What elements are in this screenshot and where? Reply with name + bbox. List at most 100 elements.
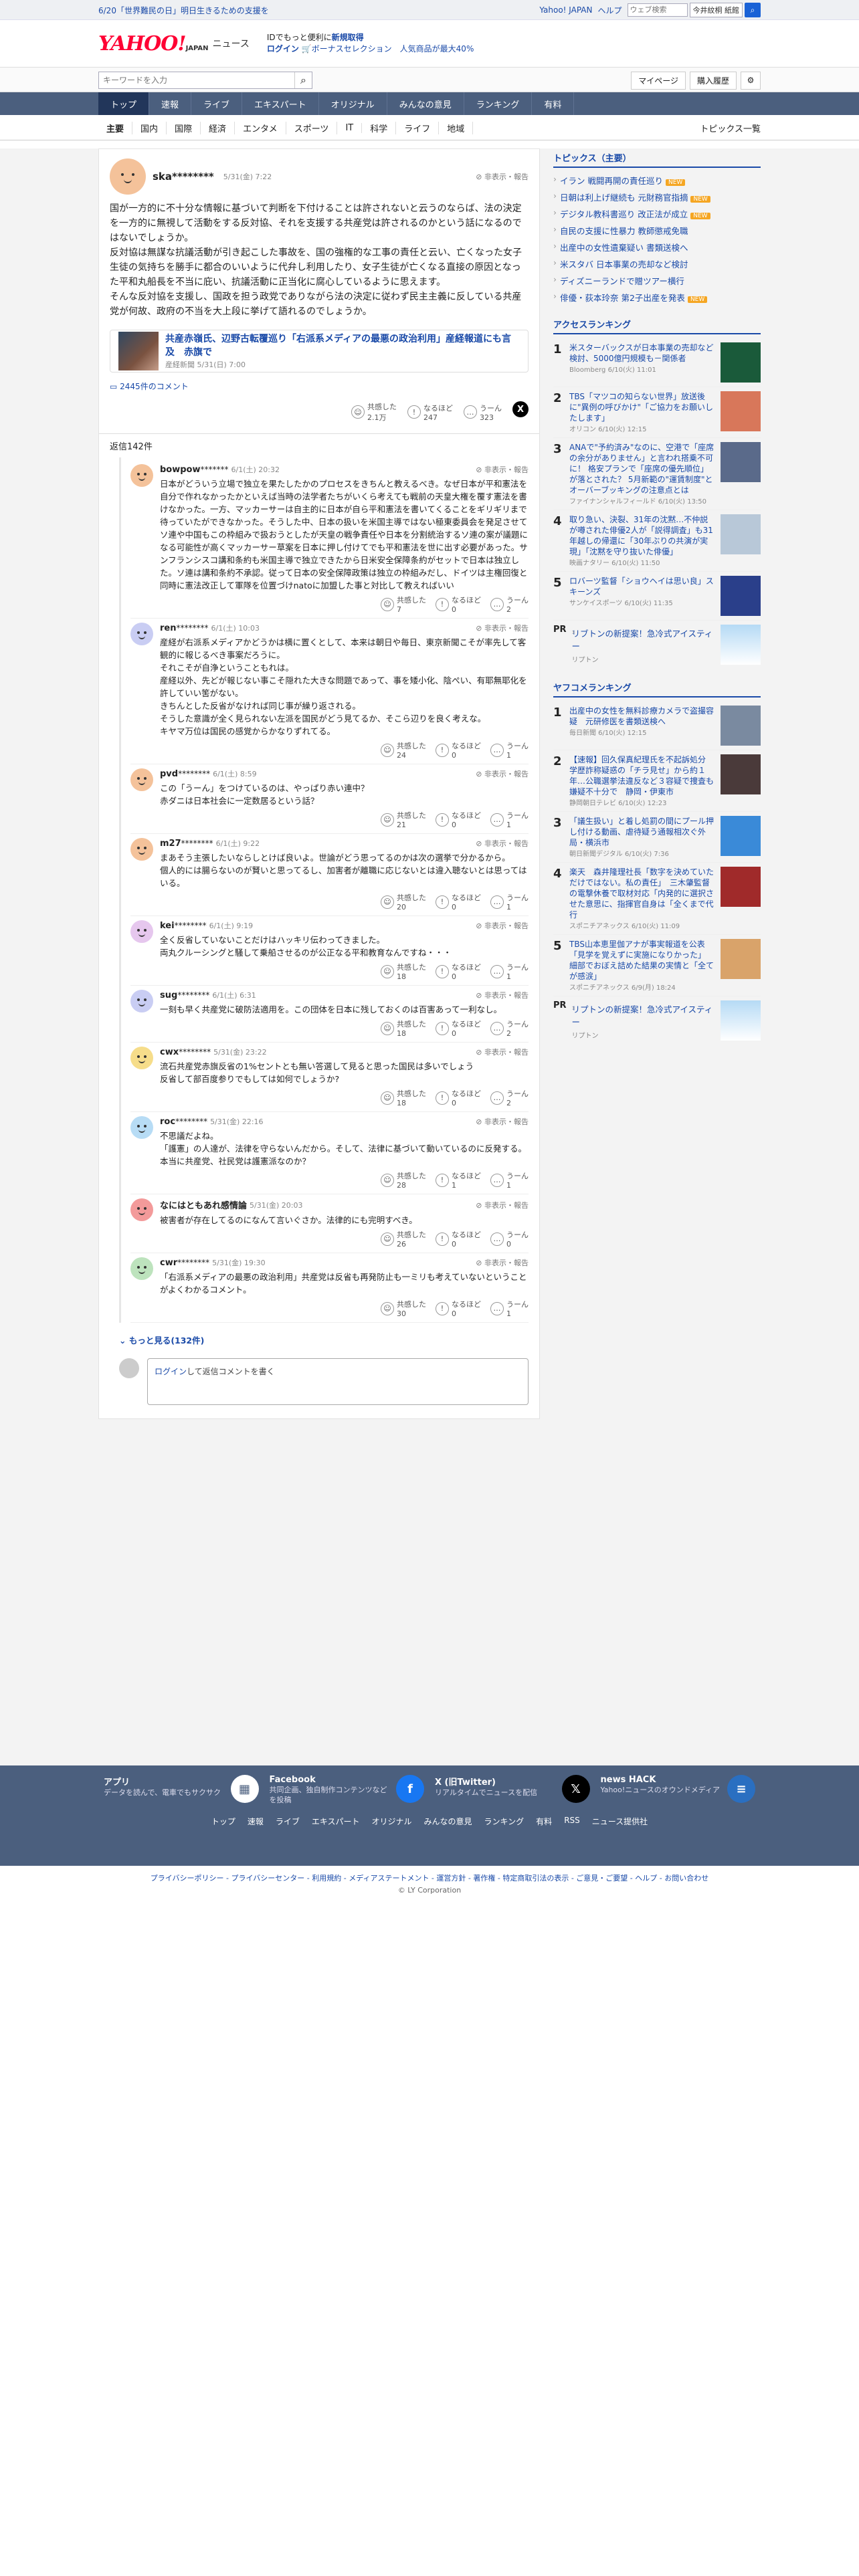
reply-user[interactable]: kei xyxy=(160,921,175,931)
footer-link[interactable]: ライブ xyxy=(276,1816,300,1827)
topic-item[interactable]: 自民の支援に性暴力 教師懲戒免職 xyxy=(553,222,761,239)
rank-title[interactable]: ANAで"予約済み"なのに、空港で「座席の余分がありません」と言われ搭乗不可に！… xyxy=(569,442,715,496)
tab-5[interactable]: みんなの意見 xyxy=(387,92,464,115)
ranking-item[interactable]: 5 TBS山本恵里伽アナが事実報道を公表「見学を覚えずに実施になりかった」 細部で… xyxy=(553,935,761,996)
naruhodo-button[interactable]: ! なるほど 0 xyxy=(436,740,481,760)
login-link[interactable]: ログイン xyxy=(267,44,299,53)
naruhodo-button[interactable]: ! なるほど 1 xyxy=(436,1170,481,1190)
ranking-item[interactable]: 5 ロバーツ監督「ショウヘイは思い良」スキーンズ サンケイスポーツ 6/10(火) … xyxy=(553,572,761,621)
uun-button[interactable]: … うーん 0 xyxy=(490,1229,529,1249)
category-0[interactable]: 主要 xyxy=(98,121,133,134)
ranking-item[interactable]: 4 楽天 森井隆理社長「数字を決めていただけではない。私の責任」 三木肇監督の電撃… xyxy=(553,863,761,935)
empathy-button[interactable]: ☺ 共感した 18 xyxy=(381,1018,426,1038)
naruhodo-button[interactable]: ! なるほど 0 xyxy=(436,1088,481,1107)
report-link[interactable]: ⊘ 非表示・報告 xyxy=(476,990,529,1000)
report-link[interactable]: ⊘ 非表示・報告 xyxy=(476,623,529,633)
gear-icon[interactable]: ⚙ xyxy=(741,71,761,90)
x-share-icon[interactable]: X xyxy=(512,401,529,417)
tab-7[interactable]: 有料 xyxy=(532,92,575,115)
uun-button[interactable]: … うーん 1 xyxy=(490,1299,529,1318)
naruhodo-button[interactable]: ! なるほど 0 xyxy=(436,1018,481,1038)
footer-link[interactable]: 有料 xyxy=(536,1816,552,1827)
report-link[interactable]: ⊘ 非表示・報告 xyxy=(476,171,529,182)
topic-item[interactable]: デジタル教科書巡り 改正法が成立NEW xyxy=(553,205,761,222)
naruhodo-button[interactable]: ! なるほど 247 xyxy=(407,401,453,423)
report-link[interactable]: ⊘ 非表示・報告 xyxy=(476,920,529,931)
rank-title[interactable]: 米スターバックスが日本事業の売却など検討、5000億円規模も－関係者 xyxy=(569,342,715,364)
footer-link[interactable]: ニュース提供社 xyxy=(592,1816,648,1827)
reply-user[interactable]: m27 xyxy=(160,839,181,849)
reply-input[interactable]: ログインして返信コメントを書く xyxy=(147,1358,529,1405)
rank-title[interactable]: 「議生扱い」と着し処罰の間にプール押し付ける動画、虐待疑う通報相次ぐ外局・横浜市 xyxy=(569,816,715,848)
reply-user[interactable]: ren xyxy=(160,623,176,633)
pr-ad[interactable]: PRリブトンの新提案！急冷式アイスティーリプトン xyxy=(553,621,761,669)
help-link[interactable]: ヘルプ xyxy=(597,5,622,16)
empathy-button[interactable]: ☺ 共感した 28 xyxy=(381,1170,426,1190)
category-2[interactable]: 国際 xyxy=(167,121,201,134)
footer-link[interactable]: オリジナル xyxy=(372,1816,412,1827)
tab-2[interactable]: ライブ xyxy=(191,92,243,115)
rank-title[interactable]: 楽天 森井隆理社長「数字を決めていただけではない。私の責任」 三木肇監督の電撃休… xyxy=(569,867,715,920)
login-link[interactable]: ログイン xyxy=(155,1367,187,1376)
category-6[interactable]: IT xyxy=(337,122,363,133)
ranking-item[interactable]: 1 出産中の女性を無料診療カメラで盗撮容疑 元研修医を書類送検へ 毎日新聞 6/10… xyxy=(553,702,761,750)
rank-title[interactable]: 【速報】回久保真紀理氏を不起訴処分 学歴詐称疑惑の「チラ見せ」から約１年…公職選… xyxy=(569,754,715,797)
reply-user[interactable]: なにはともあれ感情論 xyxy=(160,1198,247,1211)
footer-item[interactable]: X (旧Twitter) リアルタイムでニュースを配信 𝕏 xyxy=(430,1775,595,1805)
ranking-item[interactable]: 3 ANAで"予約済み"なのに、空港で「座席の余分がありません」と言われ搭乗不可に… xyxy=(553,438,761,510)
empathy-button[interactable]: ☺ 共感した 24 xyxy=(381,740,426,760)
category-4[interactable]: エンタメ xyxy=(235,121,286,134)
empathy-button[interactable]: ☺ 共感した 30 xyxy=(381,1299,426,1318)
uun-button[interactable]: … うーん 2 xyxy=(490,595,529,614)
tab-3[interactable]: エキスパート xyxy=(242,92,319,115)
ranking-item[interactable]: 4 取り急い、決裂、31年の沈黙…不仲説が噂された俳優2人が「説得調査」も31年越… xyxy=(553,510,761,572)
report-link[interactable]: ⊘ 非表示・報告 xyxy=(476,768,529,779)
reply-user[interactable]: cwx xyxy=(160,1047,179,1057)
footer-link[interactable]: トップ xyxy=(211,1816,235,1827)
legal-links[interactable]: プライバシーポリシー - プライバシーセンター - 利用規約 - メディアステー… xyxy=(0,1866,859,1886)
naruhodo-button[interactable]: ! なるほど 0 xyxy=(436,962,481,981)
topic-item[interactable]: ディズニーランドで贈ツアー横行 xyxy=(553,272,761,289)
footer-link[interactable]: ランキング xyxy=(484,1816,524,1827)
empathy-button[interactable]: ☺ 共感した 2.1万 xyxy=(351,401,397,423)
empathy-button[interactable]: ☺ 共感した 26 xyxy=(381,1229,426,1249)
topic-item[interactable]: 日朝は利上げ継続も 元財務官指摘NEW xyxy=(553,189,761,205)
topic-item[interactable]: 米スタバ 日本事業の売却など検討 xyxy=(553,255,761,272)
tab-6[interactable]: ランキング xyxy=(464,92,533,115)
topic-item[interactable]: 俳優・荻本玲奈 第2子出産を発表NEW xyxy=(553,289,761,306)
footer-item[interactable]: news HACK Yahoo!ニュースのオウンドメディア ≡ xyxy=(595,1775,761,1805)
uun-button[interactable]: … うーん 323 xyxy=(464,401,502,423)
empathy-button[interactable]: ☺ 共感した 18 xyxy=(381,962,426,981)
report-link[interactable]: ⊘ 非表示・報告 xyxy=(476,838,529,849)
search-icon[interactable]: ⌕ xyxy=(745,3,761,17)
rank-title[interactable]: ロバーツ監督「ショウヘイは思い良」スキーンズ xyxy=(569,576,715,597)
report-link[interactable]: ⊘ 非表示・報告 xyxy=(476,464,529,475)
signup-link[interactable]: 新規取得 xyxy=(332,33,364,42)
reply-user[interactable]: roc xyxy=(160,1117,175,1127)
article-title[interactable]: 共産赤嶺氏、辺野古転覆巡り「右派系メディアの最悪の政治利用」産経報道にも言及 赤… xyxy=(165,332,520,359)
rank-title[interactable]: TBS「マツコの知らない世界」放送後に"異例の呼びかけ"「ご協力をお願いしたしま… xyxy=(569,391,715,423)
topic-item[interactable]: 出産中の女性遺棄疑い 書類送検へ xyxy=(553,239,761,255)
category-9[interactable]: 地域 xyxy=(439,121,474,134)
report-link[interactable]: ⊘ 非表示・報告 xyxy=(476,1116,529,1127)
ranking-item[interactable]: 2 TBS「マツコの知らない世界」放送後に"異例の呼びかけ"「ご協力をお願いしたし… xyxy=(553,387,761,438)
uun-button[interactable]: … うーん 1 xyxy=(490,740,529,760)
uun-button[interactable]: … うーん 1 xyxy=(490,962,529,981)
promo-link[interactable]: 6/20「世界難民の日」明日生きるための支援を xyxy=(98,5,539,16)
reply-user[interactable]: cwr xyxy=(160,1258,177,1268)
yahoo-logo[interactable]: YAHOO!JAPAN xyxy=(98,32,209,56)
rank-title[interactable]: 取り急い、決裂、31年の沈黙…不仲説が噂された俳優2人が「説得調査」も31年越し… xyxy=(569,514,715,557)
category-1[interactable]: 国内 xyxy=(132,121,167,134)
rank-title[interactable]: 出産中の女性を無料診療カメラで盗撮容疑 元研修医を書類送検へ xyxy=(569,706,715,727)
reply-user[interactable]: pvd xyxy=(160,769,178,779)
uun-button[interactable]: … うーん 1 xyxy=(490,892,529,911)
uun-button[interactable]: … うーん 1 xyxy=(490,1170,529,1190)
reply-user[interactable]: sug xyxy=(160,990,177,1000)
footer-item[interactable]: アプリ データを読んで、電車でもサクサク ▦ xyxy=(98,1775,264,1805)
footer-link[interactable]: RSS xyxy=(564,1816,580,1827)
naruhodo-button[interactable]: ! なるほど 0 xyxy=(436,595,481,614)
uun-button[interactable]: … うーん 1 xyxy=(490,810,529,829)
topic-item[interactable]: イラン 戦闘再開の責任巡りNEW xyxy=(553,172,761,189)
category-5[interactable]: スポーツ xyxy=(286,121,338,134)
comment-count-link[interactable]: ▭ 2445件のコメント xyxy=(99,377,539,396)
